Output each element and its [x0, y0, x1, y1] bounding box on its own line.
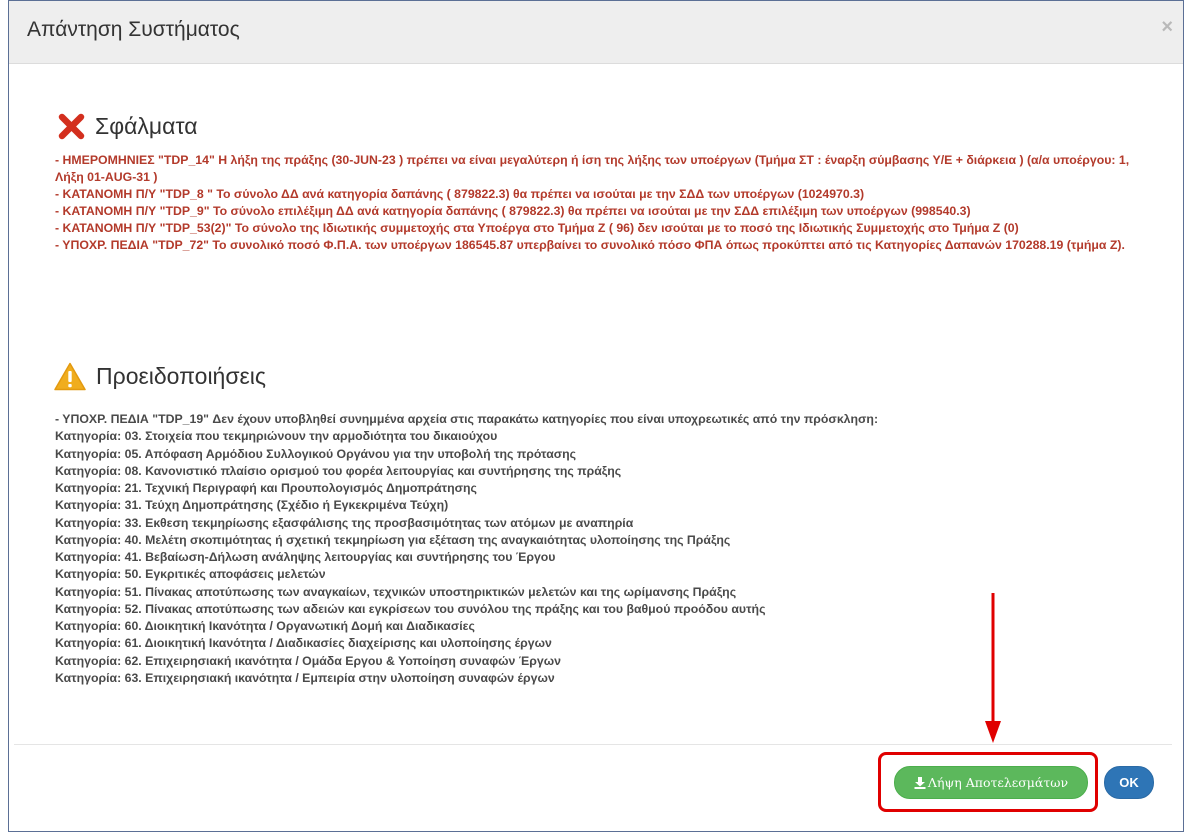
- warning-item: Κατηγορία: 31. Τεύχη Δημοπράτησης (Σχέδι…: [55, 498, 449, 513]
- warning-item: Κατηγορία: 62. Επιχειρησιακή ικανότητα /…: [55, 653, 561, 668]
- dialog-title: Απάντηση Συστήματος: [27, 18, 240, 41]
- warning-item: Κατηγορία: 50. Εγκριτικές αποφάσεις μελε…: [55, 567, 326, 582]
- warning-item: Κατηγορία: 33. Εκθεση τεκμηρίωσης εξασφά…: [55, 515, 634, 530]
- warning-item: Κατηγορία: 61. Διοικητική Ικανότητα / Δι…: [55, 636, 552, 651]
- warning-item: Κατηγορία: 52. Πίνακας αποτύπωσης των αδ…: [55, 601, 766, 616]
- warning-triangle-icon: [54, 362, 86, 391]
- dialog-header: Απάντηση Συστήματος ×: [9, 1, 1183, 64]
- download-results-label: Λήψη Αποτελεσμάτων: [927, 775, 1069, 790]
- warning-item: Κατηγορία: 63. Επιχειρησιακή ικανότητα /…: [55, 670, 555, 685]
- errors-section-header: Σφάλματα: [58, 113, 198, 140]
- warnings-section-header: Προειδοποιήσεις: [54, 362, 266, 391]
- warning-item: Κατηγορία: 05. Απόφαση Αρμόδιου Συλλογικ…: [55, 446, 577, 461]
- warning-item: Κατηγορία: 41. Βεβαίωση-Δήλωση ανάληψης …: [55, 550, 556, 564]
- download-icon: [914, 776, 926, 789]
- warning-item: Κατηγορία: 40. Μελέτη σκοπιμότητας ή σχε…: [55, 532, 731, 547]
- warning-item: Κατηγορία: 21. Τεχνική Περιγραφή και Προ…: [55, 481, 477, 495]
- error-item: - ΚΑΤΑΝΟΜΗ Π/Υ "TDP_8 " Το σύνολο ΔΔ ανά…: [55, 187, 865, 201]
- warning-item: - ΥΠΟΧΡ. ΠΕΔΙΑ "TDP_19" Δεν έχουν υποβλη…: [55, 412, 879, 426]
- error-item: - ΥΠΟΧΡ. ΠΕΔΙΑ "TDP_72" Το συνολικό ποσό…: [55, 238, 1125, 252]
- close-button[interactable]: ×: [1161, 17, 1173, 37]
- error-item: - ΚΑΤΑΝΟΜΗ Π/Υ "TDP_53(2)" Το σύνολο της…: [55, 221, 1019, 235]
- errors-title: Σφάλματα: [95, 113, 198, 139]
- warning-item: Κατηγορία: 51. Πίνακας αποτύπωσης των αν…: [55, 584, 737, 599]
- warnings-title: Προειδοποιήσεις: [96, 363, 266, 389]
- ok-button[interactable]: OK: [1104, 766, 1154, 799]
- download-results-button[interactable]: Λήψη Αποτελεσμάτων: [894, 766, 1088, 799]
- error-x-icon: [58, 113, 85, 140]
- error-item: - ΚΑΤΑΝΟΜΗ Π/Υ "TDP_9" Το σύνολο επιλέξι…: [55, 204, 971, 218]
- error-item: - ΗΜΕΡΟΜΗΝΙΕΣ "TDP_14" Η λήξη της πράξης…: [55, 153, 1130, 184]
- warning-item: Κατηγορία: 03. Στοιχεία που τεκμηριώνουν…: [55, 429, 498, 444]
- error-list: - ΗΜΕΡΟΜΗΝΙΕΣ "TDP_14" Η λήξη της πράξης…: [55, 152, 1140, 254]
- annotation-arrow-icon: [985, 593, 1001, 743]
- warning-item: Κατηγορία: 60. Διοικητική Ικανότητα / Ορ…: [55, 619, 475, 633]
- warning-list: - ΥΠΟΧΡ. ΠΕΔΙΑ "TDP_19" Δεν έχουν υποβλη…: [55, 411, 1145, 687]
- warning-item: Κατηγορία: 08. Κανονιστικό πλαίσιο ορισμ…: [55, 463, 622, 478]
